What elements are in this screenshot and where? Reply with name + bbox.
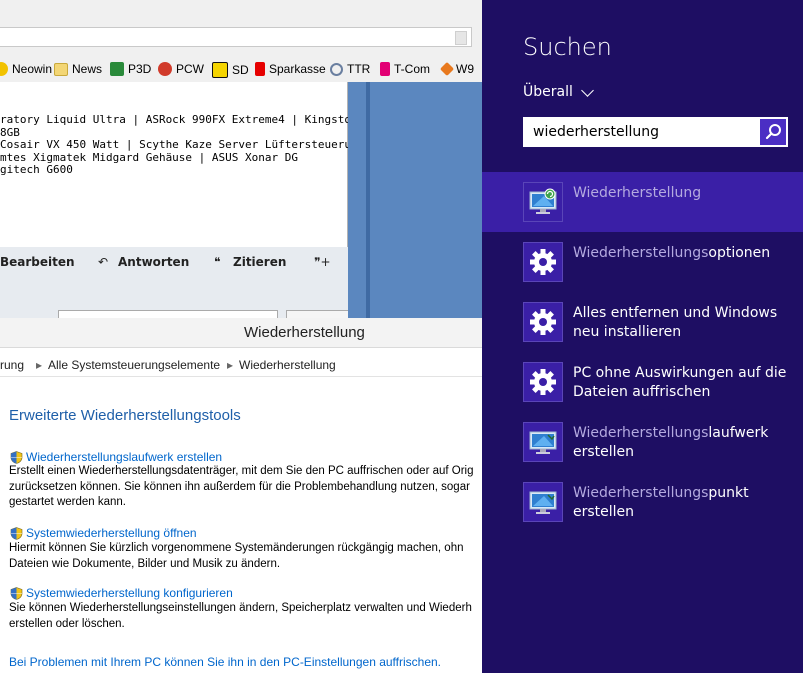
scope-label: Überall	[523, 84, 573, 100]
p3d-icon	[110, 62, 124, 76]
gear-icon	[523, 362, 563, 402]
quote-button[interactable]: Zitieren	[233, 255, 286, 269]
reply-button[interactable]: Antworten	[118, 255, 189, 269]
gear-icon	[523, 302, 563, 342]
edit-button[interactable]: Bearbeiten	[0, 255, 75, 269]
magnifier-icon	[330, 62, 343, 76]
result-label: Wiederherstellungsoptionen	[573, 245, 771, 261]
bookmark-p3d[interactable]: P3D	[110, 62, 151, 76]
bookmark-label: P3D	[128, 62, 152, 76]
bookmarks-bar: Neowin News P3D PCW SD Sparkasse TTR T-C…	[0, 58, 482, 82]
search-result-item[interactable]: Wiederherstellungsoptionen	[482, 232, 803, 292]
signature-line: ratory Liquid Ultra | ASRock 990FX Extre…	[0, 113, 358, 126]
sd-icon	[212, 62, 228, 78]
bookmark-news[interactable]: News	[54, 62, 102, 76]
search-result-item[interactable]: Wiederherstellungspunkt erstellen	[482, 472, 803, 532]
system-restore-configure-link[interactable]: Systemwiederherstellung konfigurieren	[10, 586, 233, 600]
bookmark-label: PCW	[176, 62, 204, 76]
result-label: Wiederherstellung	[573, 185, 702, 201]
signature-line: Cosair VX 450 Watt | Scythe Kaze Server …	[0, 138, 365, 151]
result-label: Alles entfernen und Windows neu installi…	[573, 305, 778, 340]
pcw-icon	[158, 62, 172, 76]
search-box	[523, 117, 788, 147]
post-signature-text: ratory Liquid Ultra | ASRock 990FX Extre…	[0, 113, 365, 177]
bookmark-pcw[interactable]: PCW	[158, 62, 204, 76]
chevron-right-icon[interactable]: ▸	[227, 358, 233, 372]
bookmark-label: T-Com	[394, 62, 430, 76]
search-result-item[interactable]: Alles entfernen und Windows neu installi…	[482, 292, 803, 352]
link-description: Sie können Wiederherstellungseinstellung…	[9, 602, 472, 630]
uac-shield-icon	[10, 586, 23, 600]
pane-title: Suchen	[523, 33, 612, 61]
search-charm-pane: Suchen Überall Wiederherstellung Wiederh…	[482, 0, 803, 673]
result-label: Wiederherstellungslaufwerk erstellen	[573, 425, 769, 460]
page-side-panel	[348, 82, 482, 318]
uac-shield-icon	[10, 526, 23, 540]
breadcrumb-item[interactable]: Alle Systemsteuerungselemente	[48, 358, 220, 372]
search-result-item[interactable]: PC ohne Auswirkungen auf die Dateien auf…	[482, 352, 803, 412]
recovery-monitor-icon	[523, 482, 563, 522]
desktop-background: Neowin News P3D PCW SD Sparkasse TTR T-C…	[0, 0, 482, 673]
window-title: Wiederherstellung	[244, 324, 365, 341]
recovery-monitor-icon	[523, 422, 563, 462]
bookmark-neowin[interactable]: Neowin	[0, 62, 52, 76]
bookmark-ttr[interactable]: TTR	[330, 62, 370, 76]
magnifier-icon	[765, 124, 781, 140]
recovery-drive-link[interactable]: Wiederherstellungslaufwerk erstellen	[10, 450, 222, 464]
control-panel-content: Erweiterte Wiederherstellungstools Wiede…	[0, 378, 482, 673]
bookmark-tcom[interactable]: T-Com	[380, 62, 430, 76]
dropdown-arrow-icon[interactable]	[455, 31, 467, 45]
bookmark-label: Neowin	[12, 62, 53, 76]
bookmark-label: TTR	[347, 62, 371, 76]
search-scope-dropdown[interactable]: Überall	[523, 83, 594, 100]
quote-icon: ❝	[214, 255, 221, 269]
link-description: Erstellt einen Wiederherstellungsdatentr…	[9, 465, 474, 508]
pc-settings-refresh-link[interactable]: Bei Problemen mit Ihrem PC können Sie ih…	[9, 655, 441, 669]
bookmark-label: W9	[456, 62, 474, 76]
link-text[interactable]: Wiederherstellungslaufwerk erstellen	[26, 450, 222, 464]
folder-icon	[54, 62, 68, 76]
sparkasse-icon	[255, 62, 265, 76]
forum-post: ratory Liquid Ultra | ASRock 990FX Extre…	[0, 82, 364, 320]
post-signature-area: ratory Liquid Ultra | ASRock 990FX Extre…	[0, 82, 364, 247]
search-input[interactable]	[523, 117, 758, 147]
search-result-item[interactable]: Wiederherstellungslaufwerk erstellen	[482, 412, 803, 472]
section-heading: Erweiterte Wiederherstellungstools	[9, 407, 241, 424]
breadcrumb: rung ▸ Alle Systemsteuerungselemente ▸ W…	[0, 354, 482, 377]
result-label: PC ohne Auswirkungen auf die Dateien auf…	[573, 365, 787, 400]
result-label: Wiederherstellungspunkt erstellen	[573, 485, 749, 520]
browser-window: Neowin News P3D PCW SD Sparkasse TTR T-C…	[0, 0, 482, 320]
bookmark-label: News	[72, 62, 103, 76]
gear-icon	[523, 242, 563, 282]
neowin-icon	[0, 62, 8, 76]
link-description: Hiermit können Sie kürzlich vorgenommene…	[9, 542, 464, 570]
bookmark-label: Sparkasse	[269, 62, 326, 76]
multiquote-icon[interactable]: ❞+	[314, 255, 331, 269]
reply-arrow-icon: ↶	[98, 255, 109, 269]
panel-divider	[366, 82, 370, 318]
bookmark-sd[interactable]: SD	[212, 62, 249, 78]
bookmark-label: SD	[232, 63, 249, 77]
chevron-right-icon[interactable]: ▸	[36, 358, 42, 372]
bookmark-w9[interactable]: W9	[439, 61, 474, 77]
bookmark-sparkasse[interactable]: Sparkasse	[255, 62, 326, 76]
search-button[interactable]	[760, 119, 786, 145]
signature-line: gitech G600	[0, 163, 73, 176]
control-panel-titlebar: Wiederherstellung	[0, 318, 482, 348]
link-text[interactable]: Systemwiederherstellung öffnen	[26, 526, 197, 540]
search-result-item[interactable]: Wiederherstellung	[482, 172, 803, 232]
w9-icon	[439, 61, 455, 77]
post-action-bar: Bearbeiten ↶ Antworten ❝ Zitieren ❞+	[0, 250, 348, 274]
breadcrumb-item[interactable]: rung	[0, 358, 24, 372]
telekom-icon	[380, 62, 390, 76]
recovery-monitor-icon	[523, 182, 563, 222]
uac-shield-icon	[10, 450, 23, 464]
link-text[interactable]: Systemwiederherstellung konfigurieren	[26, 586, 233, 600]
chevron-down-icon	[581, 83, 594, 97]
address-bar[interactable]	[0, 27, 472, 47]
breadcrumb-item[interactable]: Wiederherstellung	[239, 358, 336, 372]
system-restore-open-link[interactable]: Systemwiederherstellung öffnen	[10, 526, 197, 540]
